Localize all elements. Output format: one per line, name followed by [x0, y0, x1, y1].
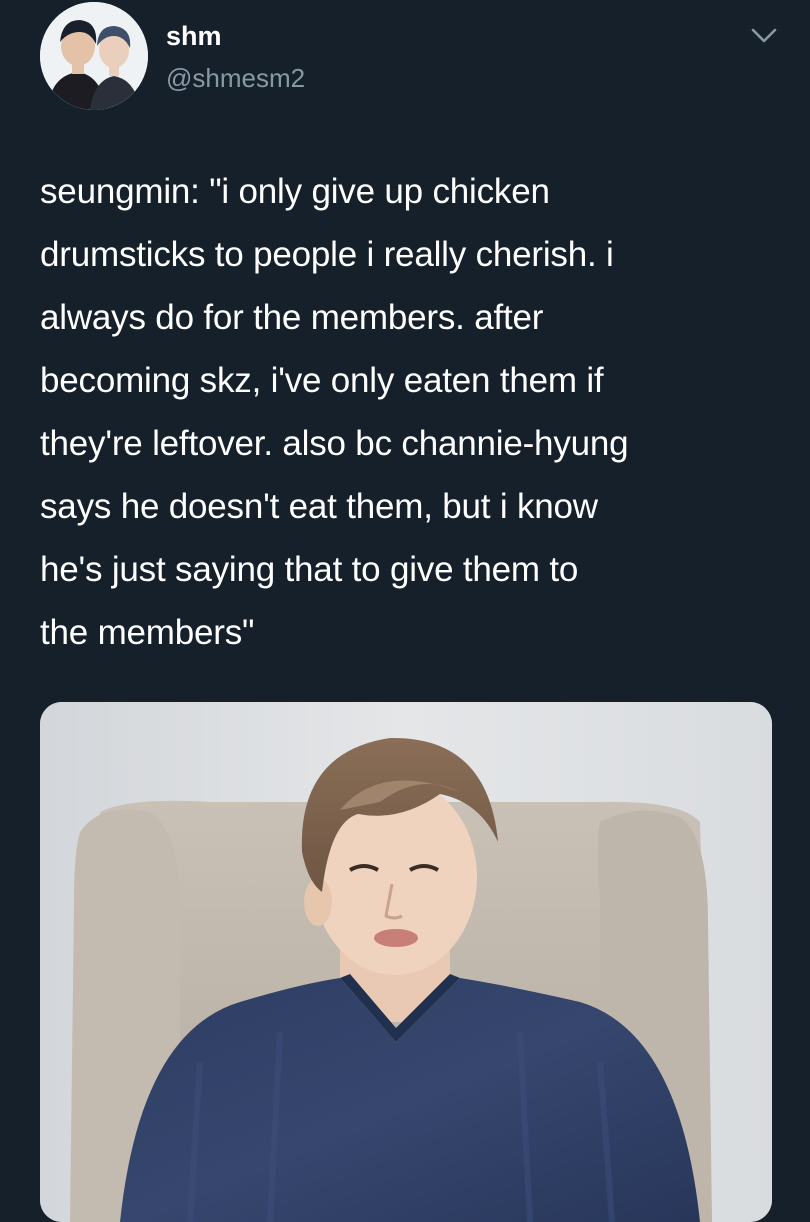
tweet-text-line: becoming skz, i've only eaten them if: [40, 361, 604, 400]
tweet-text-line: always do for the members. after: [40, 298, 544, 337]
avatar-photo-icon: [40, 2, 148, 110]
tweet-text-line: seungmin: "i only give up chicken: [40, 172, 550, 211]
author-display-name[interactable]: shm: [166, 18, 305, 54]
author-names: shm @shmesm2: [166, 18, 305, 96]
tweet-text: seungmin: "i only give up chicken drumst…: [40, 160, 780, 664]
tweet-text-line: drumsticks to people i really cherish. i: [40, 235, 614, 274]
tweet-text-line: they're leftover. also bc channie-hyung: [40, 424, 629, 463]
photo-image: [40, 702, 772, 1222]
chevron-down-icon: [751, 28, 777, 43]
tweet: shm @shmesm2 seungmin: "i only give up c…: [0, 0, 810, 1222]
tweet-text-line: he's just saying that to give them to: [40, 550, 579, 589]
tweet-text-line: says he doesn't eat them, but i know: [40, 487, 598, 526]
tweet-menu-button[interactable]: [746, 22, 782, 50]
tweet-media-photo[interactable]: [40, 702, 772, 1222]
tweet-text-line: the members": [40, 613, 255, 652]
author-handle[interactable]: @shmesm2: [166, 60, 305, 96]
author-avatar[interactable]: [40, 2, 148, 110]
